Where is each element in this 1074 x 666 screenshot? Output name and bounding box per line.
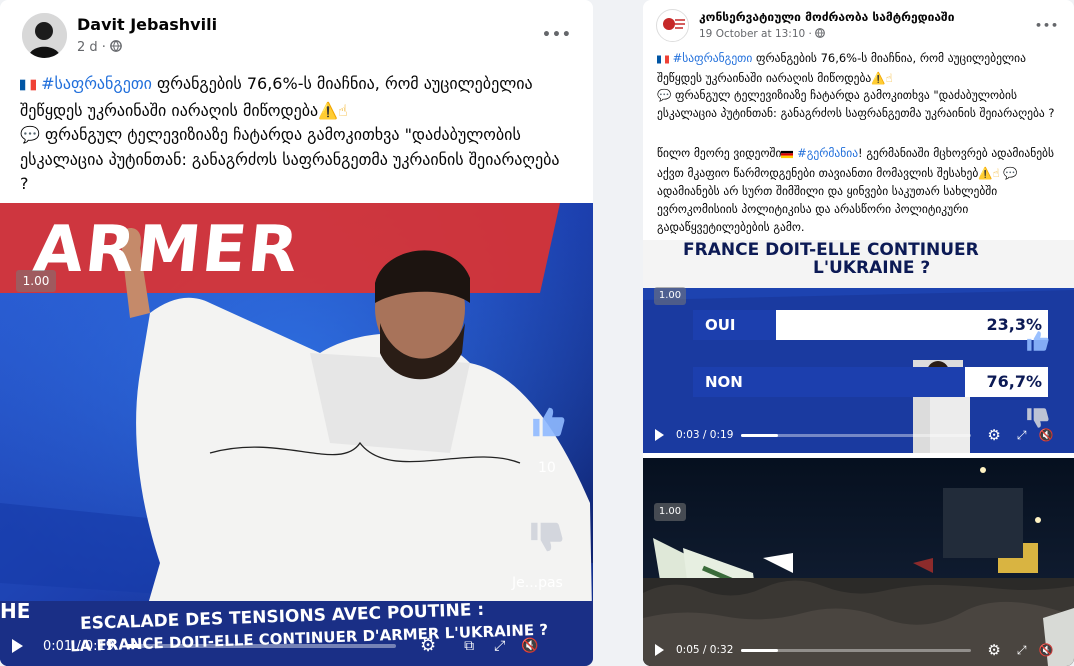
- reaction-like-icon: [1025, 328, 1051, 354]
- avatar[interactable]: [22, 13, 67, 58]
- video-controls: 0:05 / 0:32 ⚙ ⤢ 🔇: [643, 634, 1074, 666]
- playback-speed-badge: 1.00: [16, 270, 56, 292]
- playback-speed-badge: 1.00: [654, 503, 686, 521]
- post-author[interactable]: კონსერვატიული მოძრაობა სამტრედიაში: [699, 10, 954, 24]
- hashtag-link[interactable]: #საფრანგეთი: [673, 51, 753, 65]
- right-post: კონსერვატიული მოძრაობა სამტრედიაში 19 Oc…: [643, 0, 1074, 666]
- reaction-dislike-icon: [528, 518, 566, 556]
- poll-header-line2: L'UKRAINE ?: [813, 258, 931, 278]
- more-options-button[interactable]: •••: [1035, 19, 1059, 32]
- fullscreen-icon[interactable]: ⤢: [1017, 428, 1027, 443]
- dislike-label: Je...pas: [512, 575, 563, 591]
- post-text-part: წილო მეორე ვიდეოში: [657, 146, 782, 160]
- post-text: #საფრანგეთი ფრანგების 76,6%-ს მიაჩნია, რ…: [657, 50, 1057, 122]
- pointing-hand-icon: ☝: [885, 70, 893, 85]
- hashtag-link[interactable]: #გერმანია: [797, 146, 858, 160]
- page-avatar[interactable]: [656, 9, 689, 42]
- post-timestamp[interactable]: 19 October at 13:10 ·: [699, 28, 826, 40]
- pointing-hand-icon: ☝: [338, 100, 348, 120]
- video-progress-bar[interactable]: [741, 648, 972, 652]
- poll-oui-row: OUI 23,3%: [693, 310, 1048, 340]
- post-timestamp[interactable]: 2 d ·: [77, 40, 122, 55]
- video-bg-word: ARMER: [30, 213, 304, 287]
- speech-bubble-icon: 💬: [657, 88, 672, 102]
- settings-icon[interactable]: ⚙: [420, 637, 436, 655]
- warning-icon: ⚠️: [871, 70, 886, 85]
- settings-icon[interactable]: ⚙: [987, 642, 1000, 658]
- play-icon[interactable]: [12, 639, 23, 653]
- play-icon[interactable]: [655, 429, 664, 441]
- fullscreen-icon[interactable]: ⤢: [1017, 643, 1027, 658]
- mute-icon[interactable]: 🔇: [1038, 643, 1053, 657]
- poll-oui-label: OUI: [705, 316, 736, 334]
- picture-in-picture-icon[interactable]: ⧉: [464, 638, 474, 654]
- pointing-hand-icon: ☝: [992, 166, 1000, 180]
- post-text: #საფრანგეთი ფრანგების 76,6%-ს მიაჩნია, რ…: [20, 72, 560, 197]
- video-progress-bar[interactable]: [126, 644, 397, 648]
- playback-speed-badge: 1.00: [654, 287, 686, 305]
- video-time: 0:03 / 0:19: [676, 429, 734, 441]
- post-text-part: ფრანგულ ტელევიზიაზე ჩატარდა გამოკითხვა "…: [657, 88, 1055, 120]
- hashtag-link[interactable]: #საფრანგეთი: [41, 74, 152, 93]
- post-text-part: ადამიანებს არ სურთ შიმშილი და ყინვები სა…: [657, 184, 998, 234]
- fullscreen-icon[interactable]: ⤢: [494, 638, 505, 654]
- speech-bubble-icon: 💬: [1003, 166, 1018, 180]
- settings-icon[interactable]: ⚙: [987, 427, 1000, 443]
- mute-icon[interactable]: 🔇: [521, 638, 538, 654]
- video-player-crowd[interactable]: 1.00 0:05 / 0:32 ⚙ ⤢ 🔇: [643, 458, 1074, 666]
- video-controls: 0:03 / 0:19 ⚙ ⤢ 🔇: [643, 417, 1074, 453]
- france-flag-icon: [657, 52, 669, 70]
- post-text-part: ფრანგულ ტელევიზიაზე ჩატარდა გამოკითხვა "…: [20, 125, 560, 193]
- more-options-button[interactable]: •••: [542, 27, 572, 43]
- poll-header-line1: FRANCE DOIT-ELLE CONTINUER: [683, 240, 979, 260]
- globe-icon: [110, 40, 122, 52]
- video-progress-fill: [741, 433, 779, 437]
- globe-icon: [815, 28, 826, 38]
- play-icon[interactable]: [655, 644, 664, 656]
- poll-non-value: 76,7%: [986, 372, 1042, 391]
- warning-icon: ⚠️: [318, 100, 339, 120]
- video-time: 0:05 / 0:32: [676, 644, 734, 656]
- tv-corner-label: HE: [0, 599, 31, 623]
- warning-icon: ⚠️: [978, 166, 993, 180]
- speech-bubble-icon: 💬: [20, 125, 40, 144]
- video-player-poll[interactable]: FRANCE DOIT-ELLE CONTINUER L'UKRAINE ? 1…: [643, 240, 1074, 453]
- video-controls: 0:01 / 0:19 ⚙ ⧉ ⤢ 🔇: [0, 626, 593, 666]
- video-progress-fill: [741, 648, 779, 652]
- poll-non-label: NON: [705, 373, 743, 391]
- video-progress-fill: [126, 644, 140, 648]
- timestamp-text: 19 October at 13:10 ·: [699, 28, 812, 40]
- avatar-photo-icon: [22, 13, 67, 58]
- video-player[interactable]: ARMER 1.00 10 Je...pas HE ESCALADE DES T…: [0, 203, 593, 666]
- video-time: 0:01 / 0:19: [43, 638, 115, 654]
- reaction-like-icon: [530, 403, 568, 441]
- video-progress-bar[interactable]: [741, 433, 972, 437]
- page-logo-icon: [657, 10, 688, 41]
- poll-non-row: NON 76,7%: [693, 367, 1048, 397]
- germany-flag-icon: [781, 146, 794, 164]
- mute-icon[interactable]: 🔇: [1038, 428, 1053, 442]
- post-text-second: წილო მეორე ვიდეოში #გერმანია! გერმანიაში…: [657, 144, 1057, 236]
- like-count: 10: [538, 460, 556, 476]
- timestamp-text: 2 d ·: [77, 40, 106, 55]
- france-flag-icon: [20, 74, 36, 99]
- left-post: Davit Jebashvili 2 d · ••• #საფრანგეთი ფ…: [0, 0, 593, 666]
- post-author[interactable]: Davit Jebashvili: [77, 15, 217, 34]
